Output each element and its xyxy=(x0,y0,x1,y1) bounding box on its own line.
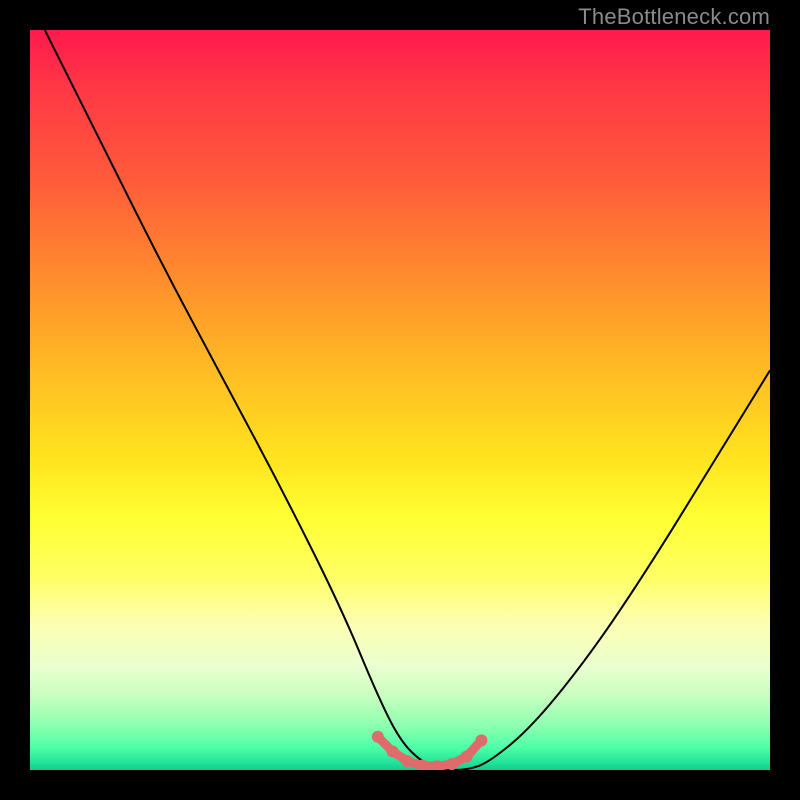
trough-marker-layer xyxy=(372,731,488,770)
bottleneck-curve-path xyxy=(45,30,770,770)
trough-marker-dot xyxy=(401,755,413,767)
curve-layer xyxy=(45,30,770,770)
trough-marker-dot xyxy=(372,731,384,743)
plot-area xyxy=(30,30,770,770)
trough-marker-dot xyxy=(387,746,399,758)
chart-frame: TheBottleneck.com xyxy=(0,0,800,800)
chart-svg xyxy=(30,30,770,770)
watermark-text: TheBottleneck.com xyxy=(578,4,770,30)
trough-marker-dot xyxy=(475,734,487,746)
trough-marker-dot xyxy=(446,758,458,770)
trough-marker-dot xyxy=(461,751,473,763)
